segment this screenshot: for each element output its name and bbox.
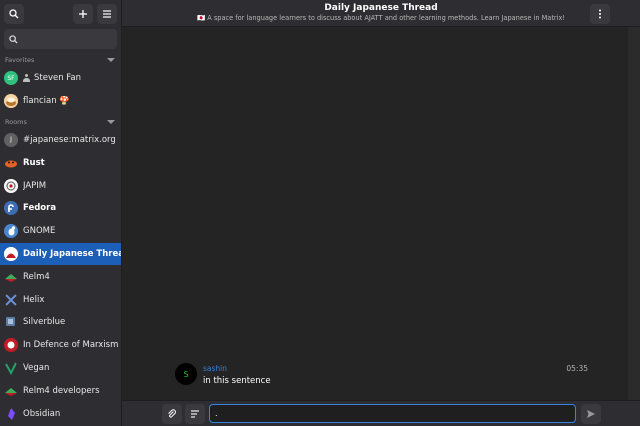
sidebar-item-label: Relm4 xyxy=(23,271,50,282)
message-timeline[interactable]: S sashin 05:35 in this sentence xyxy=(122,27,628,400)
person-icon xyxy=(23,74,30,83)
sidebar-item-rust[interactable]: Rust xyxy=(0,151,121,174)
chevron-down-icon xyxy=(107,119,115,124)
sidebar-header xyxy=(0,0,121,27)
sidebar-item-label: #japanese:matrix.org xyxy=(23,134,116,145)
attach-button[interactable] xyxy=(162,404,182,424)
avatar xyxy=(4,94,18,109)
search-toggle-button[interactable] xyxy=(4,3,24,24)
avatar: J xyxy=(4,132,18,147)
gnome-logo-icon xyxy=(4,224,18,239)
sidebar-item-japanese-matrix[interactable]: J #japanese:matrix.org xyxy=(0,129,121,152)
avatar: SF xyxy=(4,71,18,86)
message-timestamp: 05:35 xyxy=(566,364,588,373)
section-title: Favorites xyxy=(5,56,35,64)
avatar xyxy=(4,246,18,261)
plus-icon xyxy=(79,9,87,18)
avatar xyxy=(4,338,18,353)
room-view: Daily Japanese Thread 🇯🇵 A space for lan… xyxy=(122,0,640,426)
text-format-icon xyxy=(191,410,199,418)
sidebar-item-fedora[interactable]: Fedora xyxy=(0,197,121,220)
main-menu-button[interactable] xyxy=(97,3,117,24)
room-topic: 🇯🇵 A space for language learners to disc… xyxy=(196,14,566,22)
paperclip-icon xyxy=(168,409,176,418)
sidebar-item-daily-japanese-thread[interactable]: Daily Japanese Thread xyxy=(0,242,121,266)
sidebar-item-label: Relm4 developers xyxy=(23,385,100,396)
message-sender[interactable]: sashin xyxy=(203,364,227,373)
sidebar-item-silverblue[interactable]: Silverblue xyxy=(0,311,121,334)
rust-crab-icon xyxy=(4,156,18,170)
search-icon xyxy=(9,34,18,44)
page-title: Daily Japanese Thread xyxy=(324,3,438,13)
timeline-scrollbar[interactable] xyxy=(628,27,640,400)
send-button[interactable] xyxy=(581,404,601,424)
sidebar-item-obsidian[interactable]: Obsidian xyxy=(0,402,121,425)
vegan-logo-icon xyxy=(4,361,18,375)
section-title: Rooms xyxy=(5,117,27,126)
sidebar-item-label: Fedora xyxy=(23,203,57,214)
relm4-logo-icon xyxy=(4,384,18,398)
sidebar-item-label: Helix xyxy=(23,294,45,305)
search-icon xyxy=(9,8,19,18)
sidebar-item-in-defence-of-marxism[interactable]: In Defence of Marxism xyxy=(0,334,121,357)
chevron-down-icon xyxy=(107,58,115,62)
sidebar-item-vegan[interactable]: Vegan xyxy=(0,357,121,380)
new-room-button[interactable] xyxy=(73,3,93,24)
sidebar-item-steven-fan[interactable]: SF Steven Fan xyxy=(0,67,121,90)
sidebar-item-relm4-developers[interactable]: Relm4 developers xyxy=(0,379,121,402)
hamburger-icon xyxy=(103,9,111,18)
sidebar-item-gnome[interactable]: GNOME xyxy=(0,220,121,243)
room-menu-button[interactable] xyxy=(590,4,610,24)
sidebar-item-label: In Defence of Marxism xyxy=(23,340,119,351)
fedora-logo-icon xyxy=(4,201,18,216)
sidebar-item-label: Rust xyxy=(23,157,45,168)
avatar[interactable]: S xyxy=(175,363,197,385)
room-header: Daily Japanese Thread 🇯🇵 A space for lan… xyxy=(122,0,640,27)
sidebar-item-label: Steven Fan xyxy=(34,73,82,84)
sidebar-item-label: flancian 🍄 xyxy=(23,96,70,107)
message-composer xyxy=(122,400,640,426)
helix-logo-icon xyxy=(4,293,18,307)
sidebar-item-label: JAPIM xyxy=(23,180,47,191)
sidebar-item-label: Vegan xyxy=(23,362,50,373)
obsidian-logo-icon xyxy=(4,407,18,421)
sidebar-item-label: Silverblue xyxy=(23,317,66,328)
sidebar-item-japim[interactable]: JAPIM xyxy=(0,174,121,197)
message-input[interactable] xyxy=(209,404,576,423)
sidebar-item-label: GNOME xyxy=(23,226,56,237)
sidebar-item-flancian[interactable]: flancian 🍄 xyxy=(0,90,121,113)
relm4-logo-icon xyxy=(4,270,18,284)
avatar xyxy=(4,178,18,193)
rich-text-button[interactable] xyxy=(185,404,205,424)
section-header-rooms[interactable]: Rooms xyxy=(0,115,121,129)
sidebar-item-label: Daily Japanese Thread xyxy=(23,248,121,259)
room-sidebar: Favorites SF Steven Fan flancian 🍄 Rooms… xyxy=(0,0,122,426)
avatar xyxy=(4,315,18,329)
send-icon xyxy=(587,410,595,418)
kebab-menu-icon xyxy=(599,9,601,19)
section-header-favorites[interactable]: Favorites xyxy=(0,53,121,67)
sidebar-item-label: Obsidian xyxy=(23,408,61,419)
message-body: in this sentence xyxy=(203,376,271,386)
message-row[interactable]: S sashin 05:35 in this sentence xyxy=(175,363,588,389)
sidebar-item-relm4[interactable]: Relm4 xyxy=(0,265,121,288)
sidebar-item-helix[interactable]: Helix xyxy=(0,288,121,311)
room-search-input[interactable] xyxy=(4,29,117,49)
